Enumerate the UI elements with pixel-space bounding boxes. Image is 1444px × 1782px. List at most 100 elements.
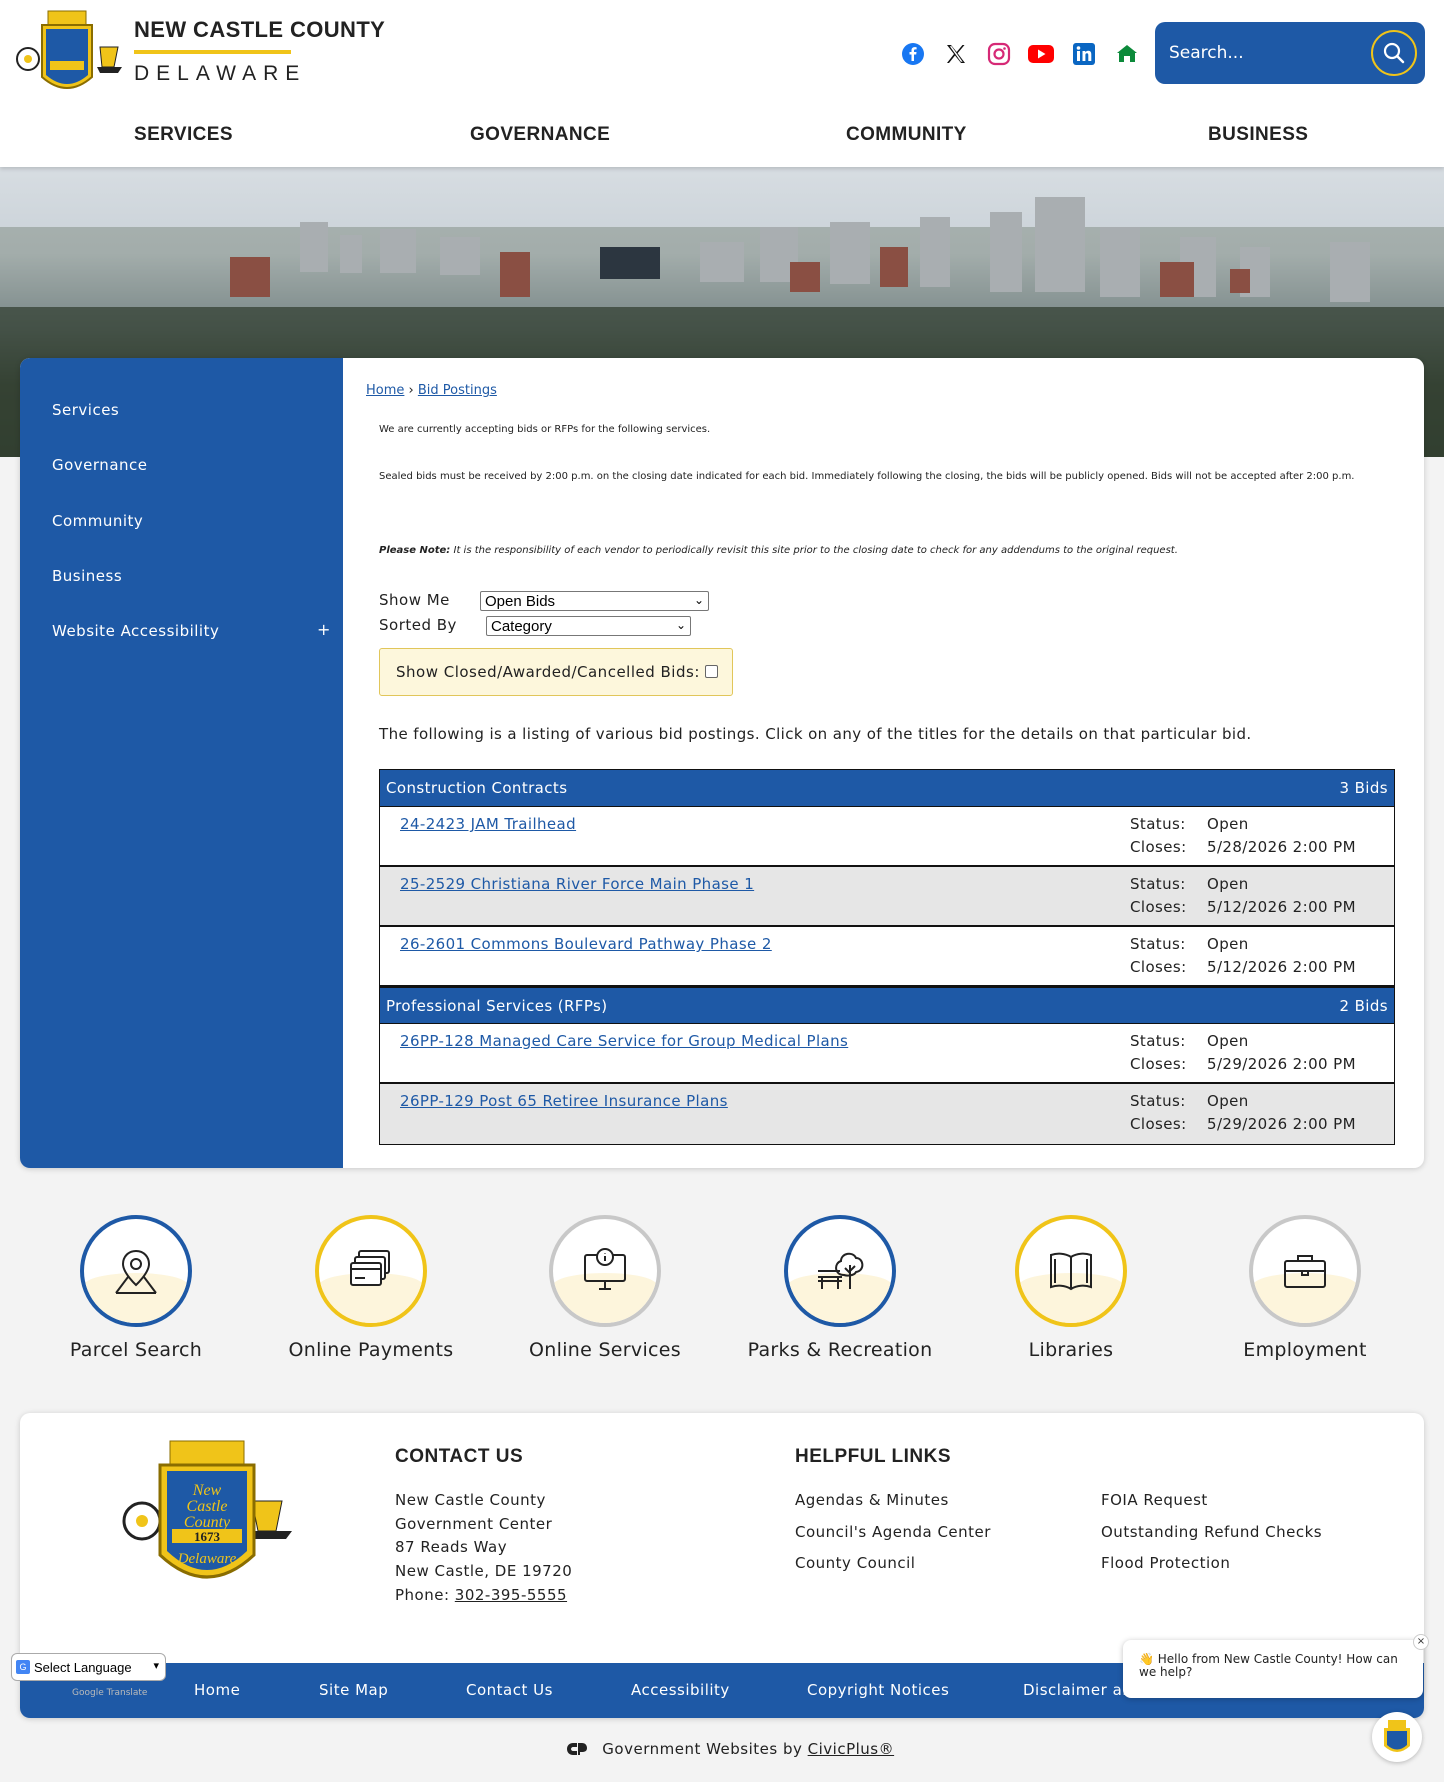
quick-link-online-services[interactable]: Online Services [505, 1215, 705, 1361]
address-line: Government Center [395, 1515, 553, 1533]
site-subtitle[interactable]: DELAWARE [134, 62, 306, 86]
nextdoor-icon[interactable] [1112, 40, 1142, 68]
status-label: Status: [1130, 875, 1186, 893]
chat-bubble[interactable]: 👋 Hello from New Castle County! How can … [1123, 1634, 1429, 1698]
status-value: Open [1207, 935, 1249, 953]
language-select-label: Select Language [34, 1660, 132, 1675]
x-icon[interactable] [941, 40, 971, 68]
county-seal-logo[interactable]: New Castle County 1673 Delaware [112, 1439, 302, 1594]
show-me-value: Open Bids [485, 592, 556, 610]
footer-link-site-map[interactable]: Site Map [319, 1681, 388, 1699]
search-input[interactable] [1169, 36, 1359, 70]
search-button[interactable] [1371, 30, 1417, 76]
county-seal-logo[interactable] [14, 7, 126, 99]
bid-title-link[interactable]: 26-2601 Commons Boulevard Pathway Phase … [400, 935, 772, 953]
closes-label: Closes: [1130, 1055, 1187, 1073]
helpful-links-heading: HELPFUL LINKS [795, 1446, 952, 1467]
civicplus-logo-icon [567, 1743, 587, 1755]
closed-bids-checkbox[interactable] [705, 665, 718, 678]
quick-link-parcel-search[interactable]: Parcel Search [36, 1215, 236, 1361]
status-value: Open [1207, 815, 1249, 833]
breadcrumb-home[interactable]: Home [366, 383, 404, 398]
civicplus-link[interactable]: CivicPlus® [808, 1740, 894, 1758]
sidebar-item-services[interactable]: Services [52, 401, 119, 419]
language-select[interactable]: G Select Language ▾ [11, 1653, 166, 1681]
site-title[interactable]: NEW CASTLE COUNTY [134, 17, 385, 43]
helpful-link[interactable]: County Council [795, 1554, 915, 1572]
instagram-icon[interactable] [984, 40, 1014, 68]
main-content: Home › Bid Postings We are currently acc… [343, 358, 1424, 1168]
sidebar-item-community[interactable]: Community [52, 512, 143, 530]
closes-label: Closes: [1130, 1115, 1187, 1133]
footer-link-disclaimer[interactable]: Disclaimer ar [1023, 1681, 1129, 1699]
google-translate-icon: G [16, 1660, 30, 1674]
closes-value: 5/29/2026 2:00 PM [1207, 1115, 1356, 1133]
quick-link-circle [315, 1215, 427, 1327]
footer-link-home[interactable]: Home [194, 1681, 240, 1699]
intro-text: We are currently accepting bids or RFPs … [379, 424, 711, 435]
bid-row: 26PP-129 Post 65 Retiree Insurance Plans… [380, 1084, 1394, 1144]
briefcase-icon [1284, 1255, 1326, 1288]
footer-link-accessibility[interactable]: Accessibility [631, 1681, 730, 1699]
closes-value: 5/12/2026 2:00 PM [1207, 958, 1356, 976]
closes-value: 5/29/2026 2:00 PM [1207, 1055, 1356, 1073]
closes-label: Closes: [1130, 958, 1187, 976]
helpful-link[interactable]: Outstanding Refund Checks [1101, 1523, 1322, 1541]
bid-title-link[interactable]: 26PP-128 Managed Care Service for Group … [400, 1032, 848, 1050]
footer-link-copyright[interactable]: Copyright Notices [807, 1681, 949, 1699]
quick-link-parks-recreation[interactable]: Parks & Recreation [740, 1215, 940, 1361]
show-me-select[interactable]: Open Bids ⌄ [480, 591, 709, 611]
bid-title-link[interactable]: 26PP-129 Post 65 Retiree Insurance Plans [400, 1092, 728, 1110]
sidebar-item-governance[interactable]: Governance [52, 456, 148, 474]
chat-avatar[interactable] [1372, 1712, 1422, 1762]
quick-link-online-payments[interactable]: Online Payments [271, 1215, 471, 1361]
nav-services[interactable]: SERVICES [134, 124, 233, 146]
nav-governance[interactable]: GOVERNANCE [470, 124, 610, 146]
quick-link-employment[interactable]: Employment [1205, 1215, 1405, 1361]
close-icon[interactable]: × [1413, 1634, 1429, 1650]
quick-link-circle [1249, 1215, 1361, 1327]
facebook-icon[interactable] [898, 40, 928, 68]
sidebar-item-business[interactable]: Business [52, 567, 122, 585]
footer-link-contact-us[interactable]: Contact Us [466, 1681, 553, 1699]
helpful-link[interactable]: Flood Protection [1101, 1554, 1230, 1572]
nav-business[interactable]: BUSINESS [1208, 124, 1308, 146]
breadcrumb-current[interactable]: Bid Postings [418, 383, 497, 398]
helpful-link[interactable]: Council's Agenda Center [795, 1523, 991, 1541]
status-label: Status: [1130, 815, 1186, 833]
chevron-down-icon: ⌄ [693, 593, 704, 607]
closes-label: Closes: [1130, 898, 1187, 916]
linkedin-icon[interactable] [1069, 40, 1099, 68]
quick-link-libraries[interactable]: Libraries [971, 1215, 1171, 1361]
computer-info-icon [584, 1248, 626, 1290]
search-box [1155, 22, 1425, 84]
bid-title-link[interactable]: 25-2529 Christiana River Force Main Phas… [400, 875, 754, 893]
status-label: Status: [1130, 1032, 1186, 1050]
status-value: Open [1207, 1032, 1249, 1050]
phone-link[interactable]: 302-395-5555 [455, 1586, 567, 1604]
status-value: Open [1207, 875, 1249, 893]
site-header: NEW CASTLE COUNTY DELAWARE SERVICES GOVE… [0, 0, 1444, 167]
sidebar-item-website-accessibility[interactable]: Website Accessibility [52, 622, 219, 640]
expand-icon[interactable]: + [317, 620, 330, 639]
bid-row: 24-2423 JAM Trailhead Status: Open Close… [380, 807, 1394, 867]
bid-row: 26-2601 Commons Boulevard Pathway Phase … [380, 927, 1394, 987]
svg-text:Castle: Castle [187, 1498, 228, 1515]
open-book-icon [1050, 1252, 1092, 1291]
bid-title-link[interactable]: 24-2423 JAM Trailhead [400, 815, 576, 833]
helpful-link[interactable]: FOIA Request [1101, 1491, 1208, 1509]
note-text: Please Note: It is the responsibility of… [379, 545, 1178, 556]
helpful-link[interactable]: Agendas & Minutes [795, 1491, 949, 1509]
nav-community[interactable]: COMMUNITY [846, 124, 967, 146]
youtube-icon[interactable] [1026, 40, 1056, 68]
closes-value: 5/12/2026 2:00 PM [1207, 898, 1356, 916]
map-pin-icon [115, 1249, 157, 1294]
quick-link-circle [784, 1215, 896, 1327]
svg-text:New: New [192, 1482, 222, 1499]
sorted-by-select[interactable]: Category ⌄ [486, 616, 691, 636]
quick-link-circle [80, 1215, 192, 1327]
note-body: It is the responsibility of each vendor … [453, 545, 1178, 556]
quick-link-label: Libraries [1028, 1339, 1114, 1361]
closed-bids-label: Show Closed/Awarded/Cancelled Bids: [396, 663, 700, 681]
quick-link-label: Parks & Recreation [747, 1339, 933, 1361]
